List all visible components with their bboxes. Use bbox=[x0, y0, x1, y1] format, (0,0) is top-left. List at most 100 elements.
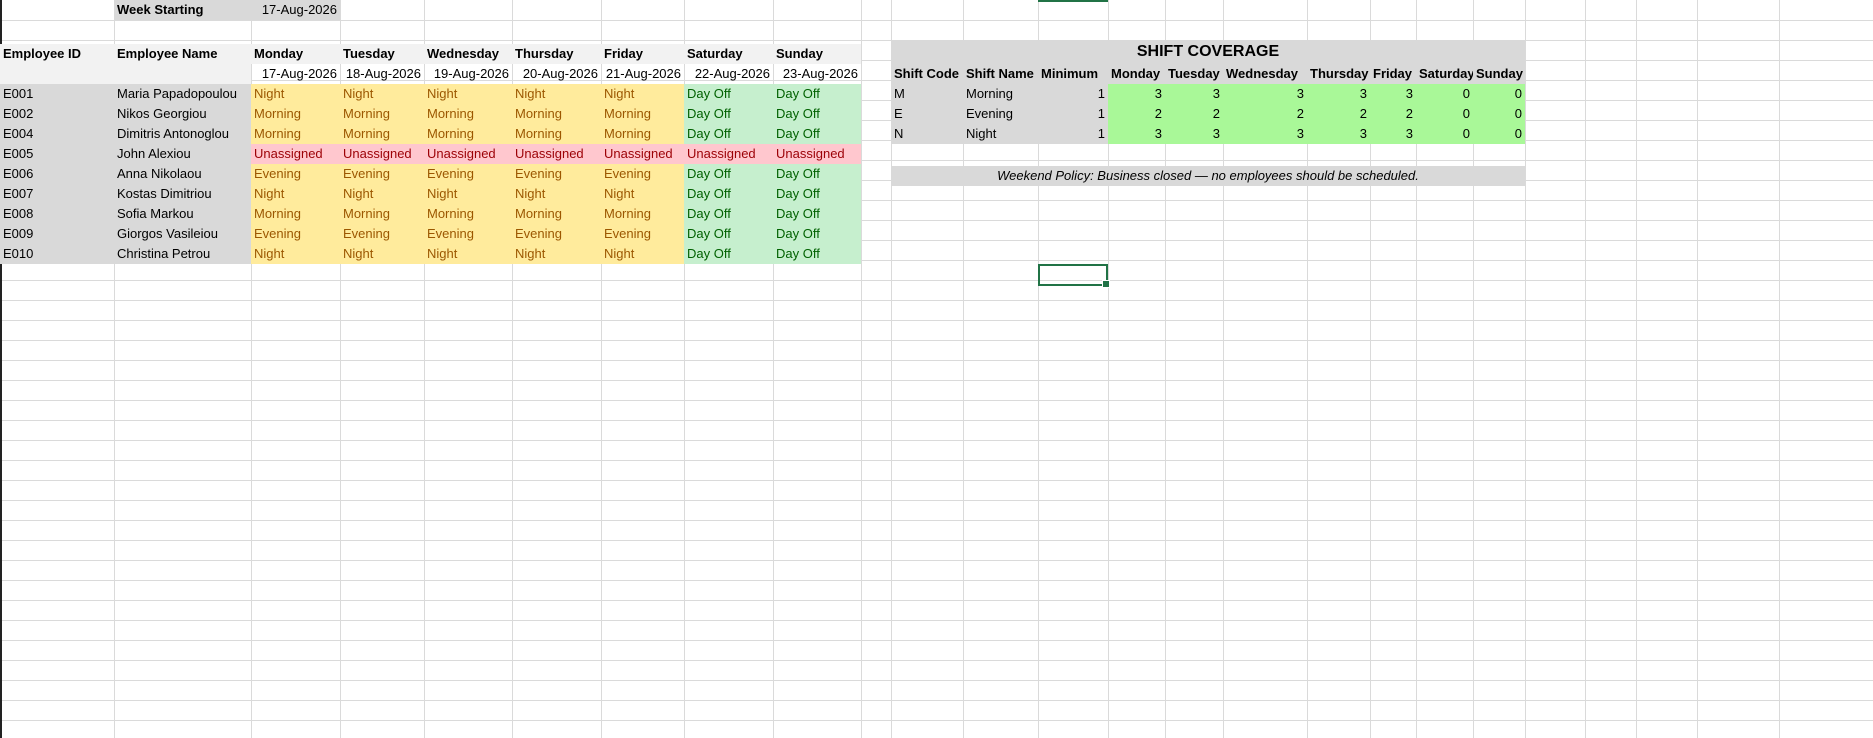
shift-cell[interactable]: Night bbox=[424, 244, 512, 264]
shift-cell[interactable]: Morning bbox=[340, 104, 424, 124]
coverage-count-cell[interactable]: 0 bbox=[1416, 104, 1473, 124]
employee-id-cell[interactable]: E001 bbox=[0, 84, 114, 104]
roster-date-cell[interactable]: 22-Aug-2026 bbox=[684, 64, 773, 84]
shift-cell[interactable]: Night bbox=[512, 244, 601, 264]
shift-cell[interactable]: Day Off bbox=[684, 84, 773, 104]
coverage-count-cell[interactable]: 0 bbox=[1473, 124, 1525, 144]
coverage-count-cell[interactable]: 3 bbox=[1165, 124, 1223, 144]
employee-id-cell[interactable]: E008 bbox=[0, 204, 114, 224]
coverage-count-cell[interactable]: 3 bbox=[1108, 124, 1165, 144]
employee-id-cell[interactable]: E005 bbox=[0, 144, 114, 164]
shift-cell[interactable]: Morning bbox=[601, 124, 684, 144]
shift-cell[interactable]: Day Off bbox=[684, 244, 773, 264]
employee-id-cell[interactable]: E004 bbox=[0, 124, 114, 144]
coverage-count-cell[interactable]: 2 bbox=[1370, 104, 1416, 124]
employee-name-cell[interactable]: John Alexiou bbox=[114, 144, 251, 164]
shift-cell[interactable]: Night bbox=[251, 84, 340, 104]
employee-name-cell[interactable]: Dimitris Antonoglou bbox=[114, 124, 251, 144]
shift-cell[interactable]: Night bbox=[601, 84, 684, 104]
coverage-count-cell[interactable]: 3 bbox=[1370, 84, 1416, 104]
shift-cell[interactable]: Day Off bbox=[773, 184, 861, 204]
shift-code-cell[interactable]: N bbox=[891, 124, 963, 144]
minimum-cell[interactable]: 1 bbox=[1038, 84, 1108, 104]
shift-cell[interactable]: Night bbox=[601, 184, 684, 204]
shift-cell[interactable]: Morning bbox=[251, 124, 340, 144]
coverage-title[interactable]: SHIFT COVERAGE bbox=[891, 40, 1525, 64]
shift-cell[interactable]: Day Off bbox=[773, 124, 861, 144]
shift-cell[interactable]: Evening bbox=[601, 224, 684, 244]
shift-cell[interactable]: Day Off bbox=[684, 104, 773, 124]
coverage-header-tuesday[interactable]: Tuesday bbox=[1165, 64, 1223, 84]
shift-cell[interactable]: Night bbox=[340, 184, 424, 204]
roster-header-wednesday[interactable]: Wednesday bbox=[424, 44, 512, 64]
shift-cell[interactable]: Unassigned bbox=[684, 144, 773, 164]
coverage-header-saturday[interactable]: Saturday bbox=[1416, 64, 1473, 84]
coverage-count-cell[interactable]: 2 bbox=[1223, 104, 1307, 124]
coverage-count-cell[interactable]: 3 bbox=[1108, 84, 1165, 104]
shift-cell[interactable]: Unassigned bbox=[251, 144, 340, 164]
coverage-header-monday[interactable]: Monday bbox=[1108, 64, 1165, 84]
coverage-count-cell[interactable]: 0 bbox=[1473, 104, 1525, 124]
shift-cell[interactable]: Day Off bbox=[773, 164, 861, 184]
coverage-header-friday[interactable]: Friday bbox=[1370, 64, 1416, 84]
shift-cell[interactable]: Evening bbox=[512, 224, 601, 244]
shift-cell[interactable]: Night bbox=[601, 244, 684, 264]
spreadsheet-grid[interactable]: Week Starting 17-Aug-2026 Employee ID Emp… bbox=[0, 0, 1873, 738]
shift-cell[interactable]: Evening bbox=[424, 224, 512, 244]
coverage-count-cell[interactable]: 3 bbox=[1223, 124, 1307, 144]
shift-cell[interactable]: Morning bbox=[251, 204, 340, 224]
weekend-policy-note[interactable]: Weekend Policy: Business closed — no emp… bbox=[891, 166, 1525, 186]
week-starting-label[interactable]: Week Starting bbox=[114, 0, 251, 20]
shift-code-cell[interactable]: E bbox=[891, 104, 963, 124]
employee-name-cell[interactable]: Giorgos Vasileiou bbox=[114, 224, 251, 244]
roster-header-sunday[interactable]: Sunday bbox=[773, 44, 861, 64]
shift-cell[interactable]: Day Off bbox=[773, 84, 861, 104]
shift-cell[interactable]: Night bbox=[424, 84, 512, 104]
coverage-count-cell[interactable]: 3 bbox=[1307, 124, 1370, 144]
active-cell-selection[interactable] bbox=[1038, 264, 1110, 288]
shift-cell[interactable]: Evening bbox=[340, 164, 424, 184]
coverage-count-cell[interactable]: 2 bbox=[1165, 104, 1223, 124]
roster-date-cell[interactable]: 18-Aug-2026 bbox=[340, 64, 424, 84]
shift-cell[interactable]: Morning bbox=[512, 124, 601, 144]
roster-date-cell[interactable]: 19-Aug-2026 bbox=[424, 64, 512, 84]
roster-header-friday[interactable]: Friday bbox=[601, 44, 684, 64]
roster-header-employee-name[interactable]: Employee Name bbox=[114, 44, 251, 64]
shift-cell[interactable]: Day Off bbox=[773, 104, 861, 124]
shift-cell[interactable]: Night bbox=[340, 244, 424, 264]
week-starting-value[interactable]: 17-Aug-2026 bbox=[251, 0, 340, 20]
employee-id-cell[interactable]: E006 bbox=[0, 164, 114, 184]
shift-cell[interactable]: Morning bbox=[340, 124, 424, 144]
shift-cell[interactable]: Day Off bbox=[773, 244, 861, 264]
coverage-count-cell[interactable]: 3 bbox=[1307, 84, 1370, 104]
shift-cell[interactable]: Morning bbox=[424, 204, 512, 224]
shift-cell[interactable]: Morning bbox=[251, 104, 340, 124]
shift-cell[interactable]: Evening bbox=[340, 224, 424, 244]
employee-id-cell[interactable]: E009 bbox=[0, 224, 114, 244]
shift-cell[interactable]: Day Off bbox=[684, 184, 773, 204]
shift-cell[interactable]: Morning bbox=[512, 204, 601, 224]
shift-cell[interactable]: Unassigned bbox=[340, 144, 424, 164]
shift-cell[interactable]: Unassigned bbox=[424, 144, 512, 164]
shift-cell[interactable]: Day Off bbox=[773, 224, 861, 244]
employee-id-cell[interactable]: E010 bbox=[0, 244, 114, 264]
roster-date-cell[interactable]: 17-Aug-2026 bbox=[251, 64, 340, 84]
shift-cell[interactable]: Morning bbox=[601, 204, 684, 224]
shift-name-cell[interactable]: Morning bbox=[963, 84, 1038, 104]
shift-cell[interactable]: Evening bbox=[424, 164, 512, 184]
shift-cell[interactable]: Evening bbox=[251, 164, 340, 184]
coverage-count-cell[interactable]: 3 bbox=[1370, 124, 1416, 144]
coverage-count-cell[interactable]: 0 bbox=[1416, 124, 1473, 144]
coverage-count-cell[interactable]: 0 bbox=[1416, 84, 1473, 104]
employee-name-cell[interactable]: Christina Petrou bbox=[114, 244, 251, 264]
coverage-header-shift-name[interactable]: Shift Name bbox=[963, 64, 1038, 84]
fill-handle[interactable] bbox=[1102, 280, 1110, 288]
employee-name-cell[interactable]: Kostas Dimitriou bbox=[114, 184, 251, 204]
shift-cell[interactable]: Day Off bbox=[684, 224, 773, 244]
roster-header-thursday[interactable]: Thursday bbox=[512, 44, 601, 64]
employee-id-cell[interactable]: E007 bbox=[0, 184, 114, 204]
shift-cell[interactable]: Morning bbox=[601, 104, 684, 124]
employee-name-cell[interactable]: Nikos Georgiou bbox=[114, 104, 251, 124]
shift-code-cell[interactable]: M bbox=[891, 84, 963, 104]
minimum-cell[interactable]: 1 bbox=[1038, 124, 1108, 144]
